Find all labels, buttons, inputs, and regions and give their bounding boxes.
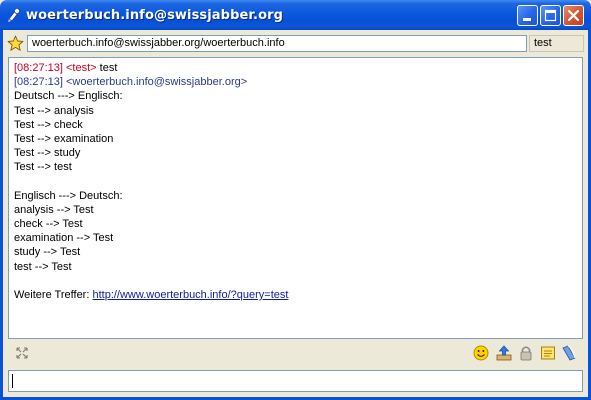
smiley-icon[interactable] [472,344,490,362]
star-icon[interactable] [7,35,24,52]
chat-toolbar [8,343,583,365]
more-results-label: Weitere Treffer: [14,289,90,301]
chat-window: woerterbuch.info@swissjabber.org woerter… [0,0,591,400]
message-line: Deutsch ---> Englisch: [14,90,123,103]
resize-arrows-icon[interactable] [13,344,31,362]
text-caret [12,374,13,388]
message-sender: <test> [66,62,97,74]
send-file-icon[interactable] [495,344,513,362]
message-input[interactable] [8,370,583,392]
chat-message-self: [08:27:13] <test> test [14,61,577,75]
message-line: analysis --> Test [14,203,94,216]
message-line: study --> Test [14,246,81,259]
jabber-bulb-icon [8,8,20,22]
lock-icon[interactable] [517,344,535,362]
message-line [14,175,577,189]
chat-message-other: [08:27:13] <woerterbuch.info@swissjabber… [14,75,577,89]
message-timestamp: [08:27:13] [14,76,63,89]
close-icon [567,9,580,22]
minimize-icon [523,18,531,21]
message-line: Test --> study [14,147,81,160]
maximize-button[interactable] [540,5,561,26]
message-line: Test --> analysis [14,104,94,117]
message-line [14,274,577,288]
title-bar[interactable]: woerterbuch.info@swissjabber.org [0,0,591,30]
jid-address-field[interactable]: woerterbuch.info@swissjabber.org/woerter… [27,35,527,52]
message-line: check --> Test [14,218,83,231]
message-line: Test --> examination [14,132,114,145]
minimize-button[interactable] [517,5,538,26]
message-line: Test --> test [14,161,72,174]
window-title: woerterbuch.info@swissjabber.org [26,8,284,23]
more-results-link[interactable]: http://www.woerterbuch.info/?query=test [92,289,288,301]
close-button[interactable] [563,5,584,26]
maximize-icon [544,9,557,22]
chat-log[interactable]: [08:27:13] <test> test [08:27:13] <woert… [8,57,583,339]
history-icon[interactable] [560,344,578,362]
message-line: test --> Test [14,260,72,273]
message-line: examination --> Test [14,232,114,245]
message-sender: <woerterbuch.info@swissjabber.org> [66,76,248,89]
nickname-field[interactable]: test [529,35,584,52]
message-timestamp: [08:27:13] [14,62,63,74]
notepad-icon[interactable] [539,344,557,362]
message-text: test [99,62,118,74]
message-line: Test --> check [14,118,83,131]
message-line: Englisch ---> Deutsch: [14,189,123,202]
more-results-line: Weitere Treffer: http://www.woerterbuch.… [14,288,577,302]
window-frame-left [0,30,3,400]
